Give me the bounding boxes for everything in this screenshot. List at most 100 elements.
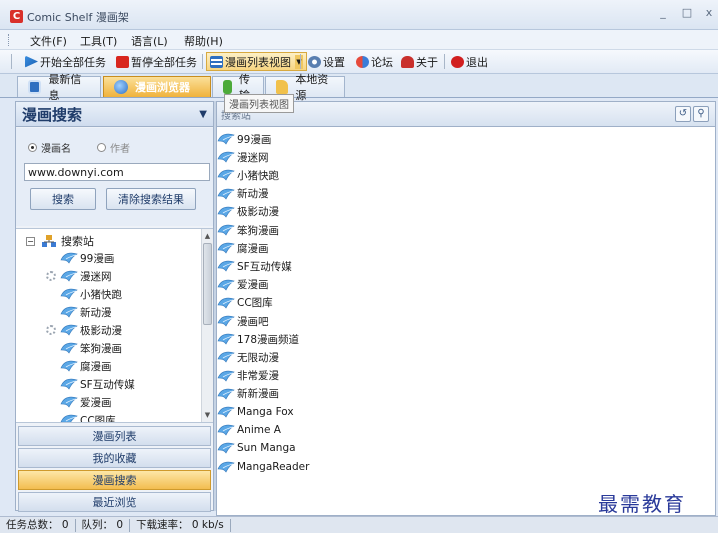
total-tasks-label: 任务总数： [6, 518, 59, 531]
menu-help[interactable]: 帮助(H) [184, 33, 223, 49]
tree-item[interactable]: 漫迷网 [60, 267, 112, 285]
tree-item[interactable]: 99漫画 [60, 249, 114, 267]
tab-latest[interactable]: 最新信息 [17, 73, 101, 102]
settings-label: 设置 [323, 55, 345, 69]
nav-comic-search[interactable]: 漫画搜索 [18, 470, 211, 490]
site-list-item[interactable]: 99漫画 [217, 130, 271, 148]
site-bird-icon [217, 206, 235, 218]
site-bird-icon [217, 133, 235, 145]
tree-scrollbar[interactable]: ▲ ▼ [201, 229, 213, 422]
settings-button[interactable]: 设置 [305, 52, 348, 71]
site-list-item[interactable]: 极影动漫 [217, 203, 279, 221]
close-button[interactable]: x [702, 6, 716, 19]
site-list-item[interactable]: 漫迷网 [217, 148, 269, 166]
main-tabs: 最新信息 漫画浏览器 传输 本地资源 [0, 73, 718, 102]
collapse-icon[interactable]: ▼ [199, 109, 207, 120]
site-list-item-label: Manga Fox [237, 406, 294, 418]
site-list-item-label: Anime A [237, 424, 281, 437]
site-list-item[interactable]: SF互动传媒 [217, 257, 292, 275]
gear-icon [308, 55, 321, 68]
tree-item-label: 极影动漫 [80, 324, 122, 337]
site-bird-icon [217, 224, 235, 236]
pause-all-button[interactable]: 暂停全部任务 [113, 52, 200, 71]
list-view-button[interactable]: 漫画列表视图 ▼ [206, 52, 307, 71]
tree-item[interactable]: SF互动传媒 [60, 375, 135, 393]
start-all-button[interactable]: 开始全部任务 [22, 52, 109, 71]
site-bird-icon [217, 333, 235, 345]
forum-button[interactable]: 论坛 [353, 52, 396, 71]
site-list-item[interactable]: 新动漫 [217, 185, 269, 203]
site-list-item[interactable]: Sun Manga [217, 439, 296, 457]
menu-file[interactable]: 文件(F) [30, 33, 67, 49]
nav-recent[interactable]: 最近浏览 [18, 492, 211, 512]
site-list-item[interactable]: 新新漫画 [217, 385, 279, 403]
search-form: 漫画名 作者 搜索 清除搜索结果 [16, 128, 213, 226]
site-list-item[interactable]: Manga Fox [217, 403, 294, 421]
tree-item[interactable]: CC图库 [60, 411, 116, 422]
collapse-tree-icon[interactable]: − [26, 236, 35, 246]
globe-icon [114, 80, 128, 94]
maximize-button[interactable]: □ [680, 6, 694, 19]
menu-grip [8, 34, 11, 46]
site-list-item-label: 非常爱漫 [237, 370, 279, 383]
tree-item-label: 漫迷网 [80, 270, 112, 283]
site-list-item-label: 漫迷网 [237, 151, 269, 164]
site-list-item[interactable]: 非常爱漫 [217, 367, 279, 385]
search-panel-header: 漫画搜索 ▼ [16, 102, 213, 127]
site-list-item[interactable]: 漫画吧 [217, 312, 269, 330]
nav-comic-list[interactable]: 漫画列表 [18, 426, 211, 446]
refresh-icon[interactable]: ↺ [675, 106, 691, 122]
queue: 队列： 0 [76, 518, 131, 532]
tree-root[interactable]: − 搜索站 [26, 233, 94, 249]
folder-icon [276, 80, 289, 94]
site-bird-icon [217, 188, 235, 200]
site-list-item[interactable]: Anime A [217, 421, 281, 439]
site-bird-icon [60, 324, 78, 336]
search-button[interactable]: 搜索 [30, 188, 96, 210]
scroll-up-icon[interactable]: ▲ [202, 230, 213, 242]
tree-item[interactable]: 笨狗漫画 [60, 339, 122, 357]
exit-button[interactable]: 退出 [448, 52, 491, 71]
watermark: 最需教育 [598, 492, 686, 516]
tree-item[interactable]: 极影动漫 [60, 321, 122, 339]
tooltip: 漫画列表视图 [224, 94, 294, 113]
site-list-item[interactable]: 腐漫画 [217, 239, 269, 257]
tab-browser[interactable]: 漫画浏览器 [103, 76, 211, 97]
menu-tools[interactable]: 工具(T) [80, 33, 117, 49]
site-list-item[interactable]: 爱漫画 [217, 276, 269, 294]
site-list-item[interactable]: 笨狗漫画 [217, 221, 279, 239]
toolbar-separator [202, 54, 203, 69]
radio-comic-name[interactable]: 漫画名 [28, 140, 71, 155]
list-view-label: 漫画列表视图 [225, 55, 291, 69]
minimize-button[interactable]: _ [656, 6, 670, 19]
radio-author[interactable]: 作者 [97, 140, 130, 155]
search-panel: 漫画搜索 ▼ 漫画名 作者 搜索 清除搜索结果 − 搜索站 99漫画漫迷网小猪快 [15, 101, 214, 512]
search-input[interactable] [24, 163, 210, 181]
site-bird-icon [217, 424, 235, 436]
scroll-down-icon[interactable]: ▼ [202, 409, 213, 421]
tree-item[interactable]: 腐漫画 [60, 357, 112, 375]
tree-item[interactable]: 爱漫画 [60, 393, 112, 411]
about-button[interactable]: 关于 [398, 52, 441, 71]
tree-item[interactable]: 新动漫 [60, 303, 112, 321]
site-list-item[interactable]: 小猪快跑 [217, 166, 279, 184]
download-speed-value: 0 kb/s [191, 518, 224, 531]
search-icon[interactable]: ⚲ [693, 106, 709, 122]
clear-results-button[interactable]: 清除搜索结果 [106, 188, 196, 210]
download-speed: 下载速率： 0 kb/s [130, 518, 231, 532]
menu-language[interactable]: 语言(L) [131, 33, 168, 49]
nav-favorites[interactable]: 我的收藏 [18, 448, 211, 468]
site-list-item[interactable]: MangaReader [217, 458, 309, 476]
chevron-down-icon[interactable]: ▼ [295, 54, 303, 69]
loading-spinner-icon [46, 271, 56, 281]
site-list-item[interactable]: 无限动漫 [217, 348, 279, 366]
site-list-item[interactable]: 178漫画频道 [217, 330, 299, 348]
site-list-item[interactable]: CC图库 [217, 294, 273, 312]
scroll-thumb[interactable] [203, 243, 212, 325]
site-bird-icon [217, 370, 235, 382]
site-bird-icon [217, 443, 235, 454]
play-icon [25, 55, 38, 68]
tree-item[interactable]: 小猪快跑 [60, 285, 122, 303]
about-label: 关于 [416, 55, 438, 69]
tab-browser-label: 漫画浏览器 [135, 81, 190, 94]
